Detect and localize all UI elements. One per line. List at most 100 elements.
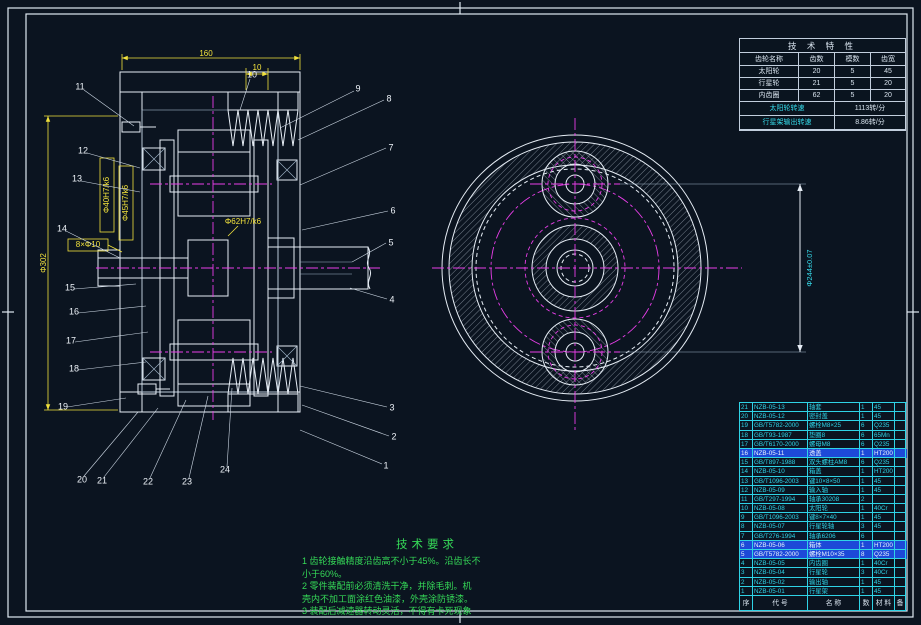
bom-table[interactable]: 21 NZB-05-13 轴套 1 45 20 NZB-05-12 密封盖 1 … [739, 402, 907, 611]
bom-row[interactable]: 9 GB/T1096-2003 键8×7×40 1 45 [740, 513, 907, 523]
callout-23: 23 [182, 476, 192, 486]
bom-cell-qty: 3 [860, 568, 873, 578]
bom-cell-code: NZB-05-07 [753, 522, 808, 532]
bom-cell-note [895, 421, 906, 431]
callout-1: 1 [383, 460, 388, 470]
dim-fit-a: Φ40H7/k6 [102, 176, 111, 213]
spec-speed-row: 太阳轮转速 1113转/分 [740, 102, 905, 116]
bom-row[interactable]: 11 GB/T297-1994 轴承30208 2 [740, 494, 907, 505]
callout-7: 7 [388, 142, 393, 152]
bom-row[interactable]: 1 NZB-05-01 行星架 1 45 [740, 586, 907, 596]
bom-cell-material: HT200 [873, 448, 895, 459]
bom-row[interactable]: 16 NZB-05-11 透盖 1 HT200 [740, 448, 907, 459]
bom-row[interactable]: 15 GB/T897-1988 双头螺柱AM8 6 Q235 [740, 458, 907, 468]
bom-cell-note [895, 494, 906, 505]
bom-cell-code: NZB-05-06 [753, 540, 808, 550]
spec-row: 内齿圈 62 5 20 [740, 90, 905, 102]
spec-speed-rows: 太阳轮转速 1113转/分 行星架输出转速 8.86转/分 [740, 102, 905, 130]
bom-cell-material: 45 [873, 476, 895, 486]
bom-cell-note [895, 586, 906, 596]
bom-cell-qty: 1 [860, 448, 873, 459]
spec-speed-row: 行星架输出转速 8.86转/分 [740, 116, 905, 130]
bom-row[interactable]: 17 GB/T6170-2000 螺母M8 6 Q235 [740, 439, 907, 449]
bom-row[interactable]: 8 NZB-05-07 行星轮轴 3 45 [740, 522, 907, 532]
bom-row[interactable]: 12 NZB-05-09 输入轴 1 45 [740, 485, 907, 495]
spec-header-row: 齿轮名称 齿数 模数 齿宽 [740, 53, 905, 66]
tech-requirements-line: 1 齿轮接触精度沿齿高不小于45%。沿齿长不 [302, 556, 481, 566]
section-view[interactable] [96, 71, 380, 420]
bom-cell-material: HT200 [873, 540, 895, 550]
bom-row[interactable]: 13 GB/T1096-2003 键10×8×50 1 45 [740, 476, 907, 486]
bom-cell-qty: 6 [860, 458, 873, 468]
bom-cell-material: Q235 [873, 458, 895, 468]
bom-row[interactable]: 20 NZB-05-12 密封盖 1 45 [740, 412, 907, 422]
bom-row[interactable]: 19 GB/T5782-2000 螺栓M8×25 6 Q235 [740, 421, 907, 431]
spec-cell-name: 内齿圈 [740, 90, 799, 102]
bom-header-code: 代 号 [753, 595, 808, 611]
bom-cell-note [895, 412, 906, 422]
bom-cell-code: GB/T5782-2000 [753, 550, 808, 560]
callout-10: 10 [247, 69, 257, 79]
bom-cell-note [895, 550, 906, 560]
bom-cell-no: 17 [740, 439, 753, 449]
bom-row[interactable]: 3 NZB-05-04 行星轮 3 40Cr [740, 568, 907, 578]
bom-cell-material: 40Cr [873, 504, 895, 514]
spec-row: 太阳轮 20 5 45 [740, 66, 905, 78]
bom-cell-name: 透盖 [808, 448, 860, 459]
bom-cell-qty: 1 [860, 513, 873, 523]
bom-cell-material: 40Cr [873, 559, 895, 569]
spec-row: 行星轮 21 5 20 [740, 78, 905, 90]
callout-14: 14 [57, 223, 67, 233]
bom-cell-name: 箱体 [808, 540, 860, 550]
bom-cell-code: NZB-05-04 [753, 568, 808, 578]
bom-cell-name: 密封盖 [808, 412, 860, 422]
tech-requirements: 技术要求 1 齿轮接触精度沿齿高不小于45%。沿齿长不 小于60%。 2 零件装… [302, 536, 552, 618]
spec-cell-module: 5 [835, 66, 871, 78]
ring-gear-top [177, 129, 251, 153]
bom-cell-name: 内齿圈 [808, 559, 860, 569]
callout-21: 21 [97, 475, 107, 485]
bom-row[interactable]: 21 NZB-05-13 轴套 1 45 [740, 403, 907, 413]
spec-rows: 太阳轮 20 5 45 行星轮 21 5 20 内齿圈 62 5 20 [740, 66, 905, 102]
bom-row[interactable]: 4 NZB-05-05 内齿圈 1 40Cr [740, 559, 907, 569]
spec-header-cell: 齿轮名称 [740, 53, 799, 66]
bom-cell-qty: 6 [860, 421, 873, 431]
bom-cell-qty: 2 [860, 494, 873, 505]
bom-cell-name: 键8×7×40 [808, 513, 860, 523]
bom-cell-no: 12 [740, 485, 753, 495]
bom-cell-no: 21 [740, 403, 753, 413]
bom-cell-qty: 6 [860, 531, 873, 541]
bom-cell-no: 14 [740, 467, 753, 477]
bom-row[interactable]: 10 NZB-05-08 太阳轮 1 40Cr [740, 504, 907, 514]
bom-row[interactable]: 18 GB/T93-1987 垫圈8 6 65Mn [740, 430, 907, 440]
callout-20: 20 [77, 474, 87, 484]
bom-cell-material: 45 [873, 403, 895, 413]
cad-canvas: { "colors": { "background": "#0b1420", "… [0, 0, 921, 625]
end-view[interactable]: Φ244±0.07 [432, 118, 814, 432]
bom-cell-note [895, 504, 906, 514]
bom-cell-code: GB/T6170-2000 [753, 439, 808, 449]
bom-cell-note [895, 430, 906, 440]
spec-header-cell: 齿数 [799, 53, 835, 66]
bom-header-qty: 数量 [860, 595, 873, 611]
bom-cell-code: NZB-05-10 [753, 467, 808, 477]
spec-speed-value: 1113转/分 [835, 102, 905, 116]
bom-cell-qty: 1 [860, 540, 873, 550]
bom-row[interactable]: 5 GB/T5782-2000 螺栓M10×35 8 Q235 [740, 550, 907, 560]
bom-cell-name: 键10×8×50 [808, 476, 860, 486]
bom-cell-name: 行星轮 [808, 568, 860, 578]
bom-cell-name: 螺母M8 [808, 439, 860, 449]
callout-2: 2 [391, 431, 396, 441]
bom-cell-name: 轴承30208 [808, 494, 860, 505]
spec-table[interactable]: 技 术 特 性 齿轮名称 齿数 模数 齿宽 太阳轮 20 5 45 行星轮 21… [739, 38, 906, 131]
callout-15: 15 [65, 282, 75, 292]
bom-row[interactable]: 2 NZB-05-02 输出轴 1 45 [740, 577, 907, 587]
bom-cell-no: 10 [740, 504, 753, 514]
bom-row[interactable]: 7 GB/T276-1994 轴承6206 6 [740, 531, 907, 541]
bom-row[interactable]: 6 NZB-05-06 箱体 1 HT200 [740, 540, 907, 550]
tech-requirements-title: 技术要求 [396, 539, 458, 551]
bom-row[interactable]: 14 NZB-05-10 箱盖 1 HT200 [740, 467, 907, 477]
dim-top-width: 160 [199, 49, 213, 58]
bom-cell-name: 螺栓M8×25 [808, 421, 860, 431]
callout-22: 22 [143, 476, 153, 486]
